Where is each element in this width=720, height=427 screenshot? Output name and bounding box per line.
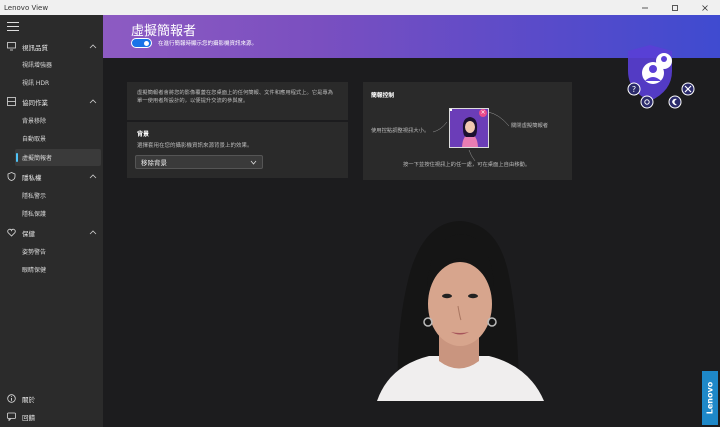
toggle-label: 在進行簡報時顯示您的攝影機資訊來源。 (158, 41, 258, 47)
sidebar-item-label: 虛擬簡報者 (22, 155, 53, 162)
presentation-controls-card: 簡報控制 使用控點調整視訊大小。 關閉虛擬簡報者 按一下並按住視訊上的任一處，可… (363, 82, 572, 180)
window-controls (630, 0, 720, 15)
sidebar-item-label: 隱私保護 (22, 211, 47, 218)
sidebar-item-posture-warning[interactable]: 姿勢警告 (0, 243, 100, 260)
background-select[interactable]: 移除背景 (135, 155, 263, 169)
sidebar-item-about[interactable]: 關於 (0, 390, 103, 407)
title-bar: Lenovo View (0, 0, 720, 15)
nav-group-label: 隱私權 (22, 173, 42, 182)
sidebar: 視訊品質 視訊增強器 視訊 HDR 協同作業 背景移除 自動取景 虛擬簡報者 隱… (0, 15, 103, 427)
toggle-knob (144, 40, 149, 46)
nav-group-label: 協同作業 (22, 98, 48, 107)
chevron-up-icon (89, 44, 97, 49)
nav-group-label: 視訊品質 (22, 43, 48, 52)
info-icon (6, 394, 16, 404)
description-text: 虛擬簡報者會將您的影像覆蓋在您桌面上的任何簡報、文件和應用程式上。它是專為單一使… (137, 90, 333, 104)
sidebar-item-eye-care[interactable]: 眼睛保健 (0, 261, 100, 278)
active-indicator (16, 153, 18, 162)
nav-group-label: 保健 (22, 229, 35, 238)
feedback-icon (6, 412, 16, 422)
sidebar-item-auto-framing[interactable]: 自動取景 (0, 130, 100, 147)
sidebar-item-label: 眼睛保健 (22, 267, 47, 274)
chevron-up-icon (89, 99, 97, 104)
lenovo-logo: Lenovo (705, 381, 715, 415)
sidebar-item-background-removal[interactable]: 背景移除 (0, 112, 100, 129)
presenter-camera-feed (377, 221, 544, 401)
chevron-down-icon (250, 160, 257, 165)
collaboration-icon (6, 97, 16, 107)
background-label: 背景 (137, 131, 150, 138)
sidebar-item-virtual-presenter[interactable]: 虛擬簡報者 (15, 149, 101, 166)
nav-group-health[interactable]: 保健 (0, 224, 103, 241)
sidebar-item-privacy-alert[interactable]: 隱私警示 (0, 187, 100, 204)
chevron-up-icon (89, 230, 97, 235)
sidebar-item-label: 姿勢警告 (22, 249, 47, 256)
privacy-shield-icon (6, 172, 16, 182)
sidebar-item-feedback[interactable]: 回饋 (0, 408, 103, 425)
background-card: 背景 選擇套用在您的攝影機資訊來源背景上的效果。 移除背景 (127, 122, 348, 178)
sidebar-item-label: 隱私警示 (22, 193, 47, 200)
hamburger-icon[interactable] (7, 22, 19, 32)
nav-group-collaboration[interactable]: 協同作業 (0, 93, 103, 110)
sidebar-item-video-hdr[interactable]: 視訊 HDR (0, 74, 100, 91)
background-subtext: 選擇套用在您的攝影機資訊來源背景上的效果。 (137, 143, 253, 149)
sidebar-item-label: 視訊增強器 (22, 62, 53, 69)
health-icon (6, 228, 16, 238)
sidebar-item-label: 關於 (22, 395, 35, 404)
close-icon[interactable] (690, 0, 720, 15)
monitor-icon (6, 42, 16, 52)
virtual-presenter-toggle[interactable] (131, 38, 152, 48)
sidebar-item-label: 背景移除 (22, 118, 47, 125)
nav-group-privacy[interactable]: 隱私權 (0, 168, 103, 185)
background-selected-value: 移除背景 (141, 159, 167, 167)
chevron-up-icon (89, 174, 97, 179)
sidebar-item-label: 視訊 HDR (22, 80, 50, 87)
close-icon: × (479, 109, 487, 117)
sidebar-item-privacy-guard[interactable]: 隱私保護 (0, 205, 100, 222)
svg-text:?: ? (632, 85, 636, 94)
sidebar-item-label: 自動取景 (22, 136, 47, 143)
sidebar-item-label: 回饋 (22, 413, 35, 422)
window-title: Lenovo View (4, 3, 49, 12)
maximize-icon[interactable] (660, 0, 690, 15)
description-card: 虛擬簡報者會將您的影像覆蓋在您桌面上的任何簡報、文件和應用程式上。它是專為單一使… (127, 82, 348, 120)
minimize-icon[interactable] (630, 0, 660, 15)
presenter-shield-icon: ? (627, 45, 695, 109)
sidebar-item-video-enhancer[interactable]: 視訊增強器 (0, 56, 100, 73)
lenovo-brand-tab: Lenovo (702, 371, 718, 425)
nav-group-video-quality[interactable]: 視訊品質 (0, 38, 103, 55)
page-title: 虛擬簡報者 (131, 24, 197, 39)
